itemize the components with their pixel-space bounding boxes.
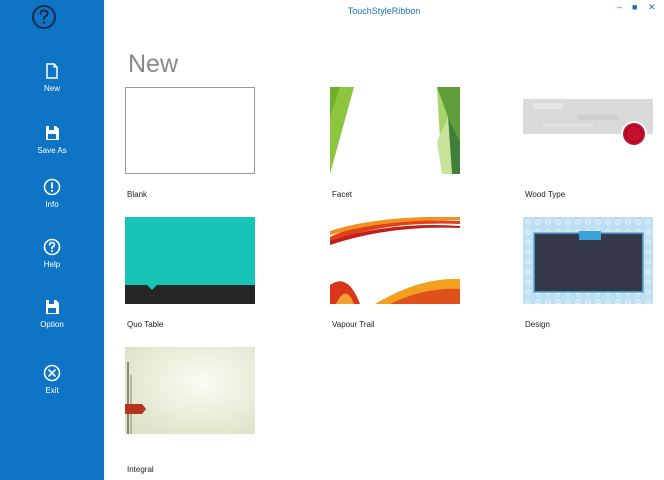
nav-item-label: Help <box>43 260 61 269</box>
nav-item-label: Exit <box>45 386 59 395</box>
close-button[interactable]: ✕ <box>648 2 656 13</box>
template-thumbnail <box>523 87 653 174</box>
nav-item-help[interactable]: Help <box>0 238 104 269</box>
template-name: Wood Type <box>525 190 566 199</box>
template-name: Vapour Trail <box>332 320 375 329</box>
nav-item-info[interactable]: Info <box>0 178 104 209</box>
template-name: Facet <box>332 190 353 199</box>
nav-item-exit[interactable]: Exit <box>0 364 104 395</box>
backstage-nav: New Save As Info Help Option Exit <box>0 0 104 480</box>
nav-item-label: Info <box>45 200 59 209</box>
nav-item-label: Option <box>40 320 64 329</box>
minimize-button[interactable]: – <box>617 2 622 12</box>
help-icon <box>43 238 61 256</box>
template-name: Design <box>525 320 550 329</box>
new-document-icon <box>43 62 61 80</box>
template-thumbnail <box>125 87 255 174</box>
maximize-button[interactable]: ■ <box>632 2 637 12</box>
window-title: TouchStyleRibbon <box>347 6 421 16</box>
template-thumbnail <box>330 87 460 174</box>
nav-item-new[interactable]: New <box>0 62 104 93</box>
template-thumbnail <box>125 217 255 304</box>
page-title: New <box>128 50 179 78</box>
nav-item-label: Save As <box>37 146 67 155</box>
nav-item-save-as[interactable]: Save As <box>0 124 104 155</box>
template-name: Quo Table <box>127 320 164 329</box>
exit-icon <box>43 364 61 382</box>
template-name: Integral <box>127 465 154 474</box>
option-save-icon <box>43 298 61 316</box>
nav-item-option[interactable]: Option <box>0 298 104 329</box>
template-thumbnail <box>125 347 255 434</box>
template-thumbnail <box>523 217 653 304</box>
nav-item-label: New <box>43 84 60 93</box>
info-icon <box>43 178 61 196</box>
save-icon <box>43 124 61 142</box>
question-circle-icon[interactable] <box>31 4 57 30</box>
template-name: Blank <box>127 190 148 199</box>
template-thumbnail <box>330 217 460 304</box>
